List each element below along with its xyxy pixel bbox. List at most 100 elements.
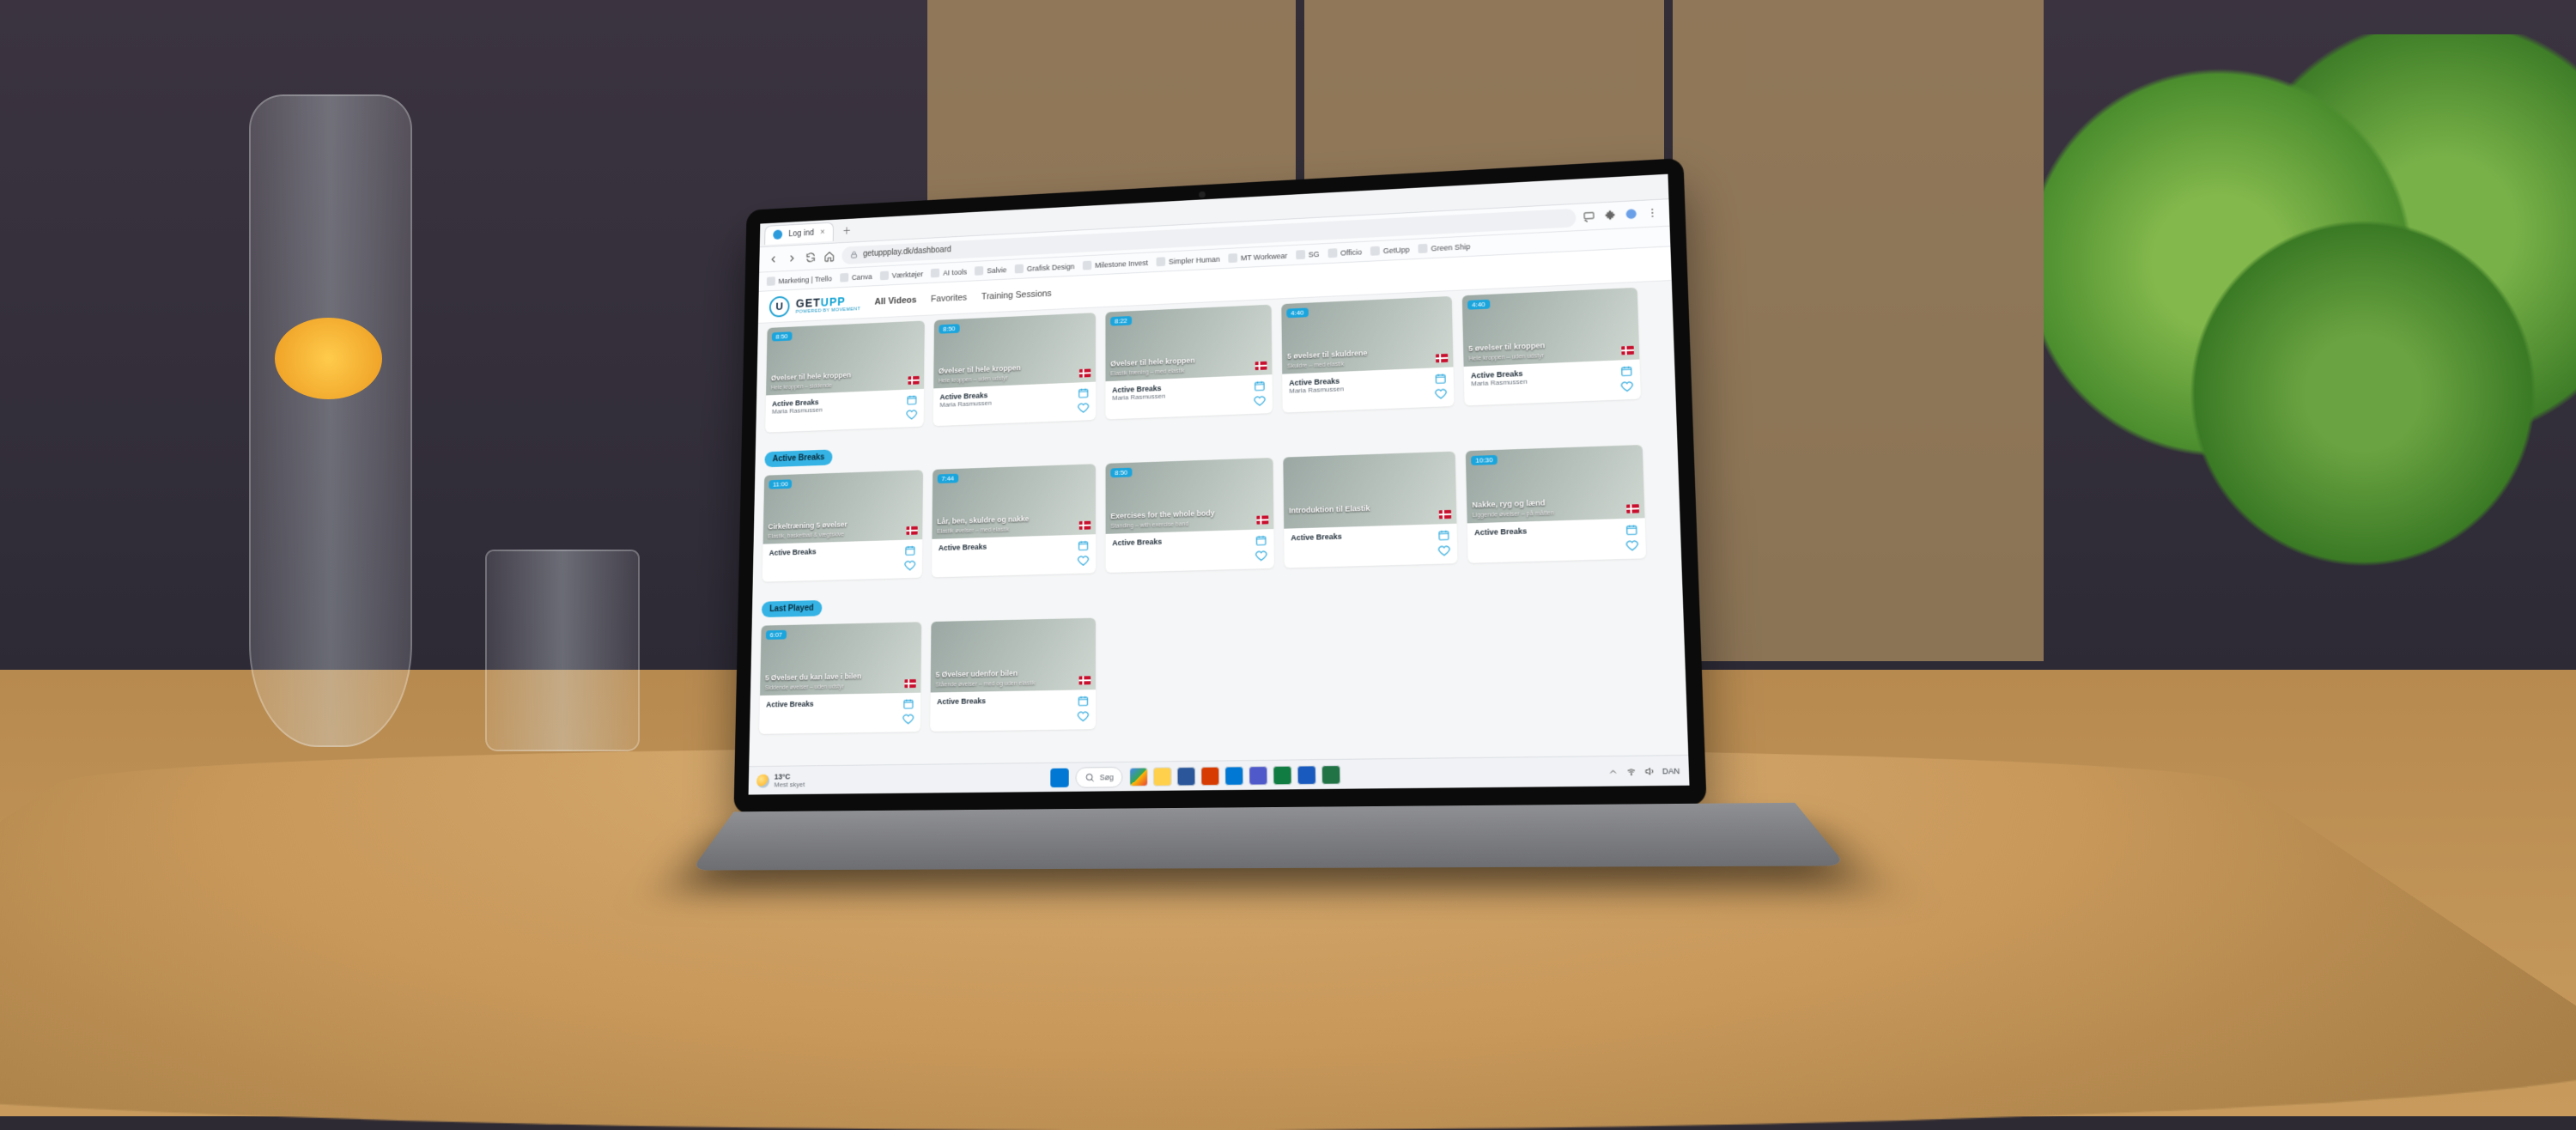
heart-icon[interactable] <box>1435 387 1447 399</box>
nav-all-videos[interactable]: All Videos <box>875 295 917 307</box>
bookmark-item[interactable]: Milestone Invest <box>1083 258 1148 270</box>
bookmark-item[interactable]: Marketing | Trello <box>767 274 832 286</box>
app-icon-6[interactable] <box>1249 765 1268 785</box>
taskbar-lang[interactable]: DAN <box>1662 766 1680 775</box>
section-chip-active-breaks[interactable]: Active Breaks <box>764 449 832 467</box>
flag-dk-icon <box>1079 368 1091 377</box>
video-card[interactable]: 5 Øvelser udenfor bilenStående øvelser –… <box>930 618 1096 732</box>
weather-cond: Mest skyet <box>774 781 805 788</box>
calendar-icon[interactable] <box>1078 387 1089 399</box>
bookmark-item[interactable]: GetUpp <box>1370 245 1410 256</box>
profile-icon[interactable] <box>1625 207 1639 222</box>
card-body: Active Breaks <box>759 693 920 734</box>
brand-text-1: GET <box>796 295 821 309</box>
flag-dk-icon <box>1439 510 1451 519</box>
new-tab-button[interactable]: ＋ <box>838 222 855 240</box>
app-icon-2[interactable] <box>1153 767 1172 787</box>
bookmark-item[interactable]: SG <box>1296 249 1320 259</box>
calendar-icon[interactable] <box>1437 529 1450 541</box>
app-icon-7[interactable] <box>1273 765 1292 785</box>
cast-icon[interactable] <box>1583 210 1597 224</box>
card-thumbnail: 6:075 Øvelser du kan lave i bilenSiddend… <box>760 622 921 696</box>
video-card[interactable]: 6:075 Øvelser du kan lave i bilenSiddend… <box>759 622 921 734</box>
card-subtitle: Hele kroppen – uden udstyr <box>939 373 1078 384</box>
reload-icon[interactable] <box>805 251 817 264</box>
video-card[interactable]: 4:405 øvelser til kroppenHele kroppen – … <box>1462 288 1641 406</box>
menu-icon[interactable] <box>1646 206 1661 221</box>
calendar-icon[interactable] <box>1434 373 1446 385</box>
calendar-icon[interactable] <box>1255 534 1267 546</box>
forward-icon[interactable] <box>786 252 799 265</box>
laptop: Log ind × ＋ getuppplay.dk/dashboard <box>731 154 1800 934</box>
bookmark-item[interactable]: AI tools <box>931 267 967 277</box>
bookmark-item[interactable]: Grafisk Design <box>1015 262 1075 274</box>
card-author: Maria Rasmussen <box>1471 378 1528 388</box>
tab-close-icon[interactable]: × <box>820 228 824 236</box>
chevron-up-icon[interactable] <box>1607 766 1619 777</box>
video-card[interactable]: 8:50Øvelser til hele kroppenHele kroppen… <box>765 320 925 432</box>
app-icon-1[interactable] <box>1130 767 1149 786</box>
heart-icon[interactable] <box>1078 710 1090 722</box>
wifi-icon[interactable] <box>1625 766 1637 777</box>
heart-icon[interactable] <box>1438 544 1451 557</box>
bookmark-item[interactable]: Værktøjer <box>880 270 923 281</box>
heart-icon[interactable] <box>1625 539 1638 552</box>
calendar-icon[interactable] <box>1254 380 1266 392</box>
tab-title: Log ind <box>788 228 814 239</box>
taskbar-right: DAN <box>1607 765 1680 777</box>
volume-icon[interactable] <box>1643 765 1655 776</box>
calendar-icon[interactable] <box>1078 539 1090 551</box>
weather-icon <box>756 774 769 787</box>
heart-icon[interactable] <box>1620 380 1633 393</box>
heart-icon[interactable] <box>1255 550 1267 562</box>
app-icon-8[interactable] <box>1297 765 1317 785</box>
back-icon[interactable] <box>767 252 780 266</box>
calendar-icon[interactable] <box>1078 695 1090 707</box>
heart-icon[interactable] <box>906 409 917 421</box>
calendar-icon[interactable] <box>906 394 917 406</box>
video-card[interactable]: 8:50Øvelser til hele kroppenHele kroppen… <box>933 313 1096 426</box>
calendar-icon[interactable] <box>1620 365 1633 378</box>
heart-icon[interactable] <box>904 560 915 572</box>
taskbar-weather[interactable]: 13°C Mest skyet <box>756 772 805 788</box>
start-button[interactable] <box>1050 768 1068 787</box>
bookmark-item[interactable]: Canva <box>840 272 872 282</box>
bookmark-item[interactable]: Salvie <box>975 265 1006 276</box>
nav-training-sessions[interactable]: Training Sessions <box>981 289 1052 301</box>
home-icon[interactable] <box>823 249 835 263</box>
calendar-icon[interactable] <box>902 698 914 710</box>
card-body: Active BreaksMaria Rasmussen <box>1464 359 1641 405</box>
card-thumbnail: 4:405 øvelser til kroppenHele kroppen – … <box>1462 288 1640 367</box>
video-card[interactable]: 8:22Øvelser til hele kroppenElastik træn… <box>1105 305 1272 420</box>
video-card[interactable]: 7:44Lår, ben, skuldre og nakkeElastik øv… <box>932 464 1096 577</box>
extensions-icon[interactable] <box>1604 209 1619 223</box>
section-chip-last-played[interactable]: Last Played <box>762 600 822 617</box>
nav-favorites[interactable]: Favorites <box>931 293 967 304</box>
video-card[interactable]: 8:50Exercises for the whole bodyStanding… <box>1106 458 1274 573</box>
taskbar-search[interactable]: Søg <box>1075 766 1122 787</box>
bookmark-item[interactable]: Green Ship <box>1419 241 1471 253</box>
heart-icon[interactable] <box>1078 555 1090 567</box>
card-body: Active Breaks <box>762 539 922 582</box>
heart-icon[interactable] <box>902 713 914 725</box>
app-icon-5[interactable] <box>1225 766 1244 786</box>
url-text: getuppplay.dk/dashboard <box>863 246 951 259</box>
brand-logo[interactable]: U GETUPP POWERED BY MOVEMENT <box>769 292 861 317</box>
bookmark-item[interactable]: Officio <box>1327 247 1362 258</box>
bookmark-item[interactable]: Simpler Human <box>1157 254 1220 266</box>
video-card[interactable]: 4:405 øvelser til skuldreneSkuldre – med… <box>1281 296 1454 413</box>
video-card[interactable]: 10:30Nakke, ryg og lændLiggende øvelser … <box>1466 445 1646 563</box>
browser-tab[interactable]: Log ind × <box>764 222 834 244</box>
calendar-icon[interactable] <box>1625 524 1638 537</box>
card-category: Active Breaks <box>769 548 817 557</box>
video-card[interactable]: 11:00Cirkeltræning 5 øvelserElastik, bas… <box>762 470 923 581</box>
app-icon-4[interactable] <box>1201 766 1220 786</box>
app-icon-9[interactable] <box>1321 764 1341 784</box>
heart-icon[interactable] <box>1254 395 1266 407</box>
flag-dk-icon <box>1626 504 1639 513</box>
app-icon-3[interactable] <box>1177 766 1196 786</box>
heart-icon[interactable] <box>1078 402 1089 414</box>
bookmark-item[interactable]: MT Workwear <box>1228 251 1287 263</box>
video-card[interactable]: Introduktion til ElastikActive Breaks <box>1283 452 1457 568</box>
calendar-icon[interactable] <box>904 544 915 556</box>
